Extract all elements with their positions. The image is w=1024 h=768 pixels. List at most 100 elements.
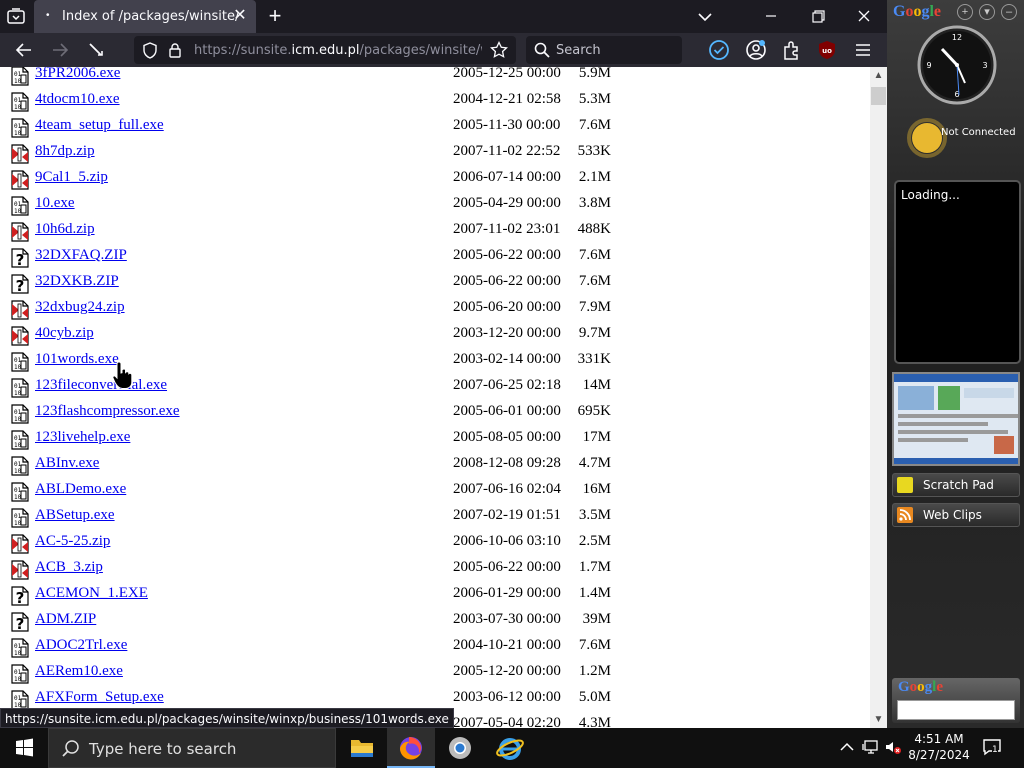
network-icon[interactable]	[862, 738, 880, 756]
hamburger-menu-icon[interactable]	[852, 39, 874, 61]
search-box[interactable]: Search	[526, 36, 682, 64]
volume-muted-icon[interactable]	[884, 738, 902, 756]
binary-file-icon[interactable]: 0110	[11, 92, 29, 112]
scroll-thumb[interactable]	[871, 87, 886, 105]
binary-file-icon[interactable]: 0110	[11, 430, 29, 450]
tray-overflow-chevron-icon[interactable]	[838, 738, 856, 756]
chrome-icon[interactable]	[436, 728, 484, 768]
binary-file-icon[interactable]: 0110	[11, 638, 29, 658]
sync-check-icon[interactable]	[708, 39, 730, 61]
scroll-down-arrow-icon[interactable]: ▼	[870, 711, 887, 728]
url-text[interactable]: https://sunsite.icm.edu.pl/packages/wins…	[194, 43, 482, 58]
binary-file-icon[interactable]: 0110	[11, 690, 29, 710]
binary-file-icon[interactable]: 0110	[11, 196, 29, 216]
sidebar-menu-icon[interactable]: ▾	[979, 4, 995, 20]
file-link[interactable]: ABLDemo.exe	[35, 481, 126, 498]
file-link[interactable]: 32dxbug24.zip	[35, 299, 125, 316]
binary-file-icon[interactable]: 0110	[11, 664, 29, 684]
scroll-up-arrow-icon[interactable]: ▲	[870, 67, 887, 84]
compressed-file-icon[interactable]	[11, 560, 29, 580]
file-link[interactable]: 40cyb.zip	[35, 325, 94, 342]
file-link[interactable]: 123flashcompressor.exe	[35, 403, 180, 420]
firefox-icon[interactable]	[387, 728, 435, 768]
file-link[interactable]: ABSetup.exe	[35, 507, 115, 524]
unknown-file-icon[interactable]: ?	[11, 274, 29, 295]
lock-icon[interactable]	[168, 42, 182, 63]
file-link[interactable]: AFXForm_Setup.exe	[35, 689, 164, 706]
account-icon[interactable]	[745, 39, 767, 61]
google-search-input[interactable]	[897, 700, 1015, 720]
file-link[interactable]: 10h6d.zip	[35, 221, 95, 238]
tab-close-icon[interactable]: ✕	[232, 8, 248, 24]
file-link[interactable]: 10.exe	[35, 195, 75, 212]
compressed-file-icon[interactable]	[11, 326, 29, 346]
scratch-pad-gadget[interactable]: Scratch Pad	[892, 473, 1020, 497]
minimize-icon[interactable]	[758, 4, 784, 28]
binary-file-icon[interactable]: 0110	[11, 378, 29, 398]
file-link[interactable]: 8h7dp.zip	[35, 143, 95, 160]
binary-file-icon[interactable]: 0110	[11, 67, 29, 86]
file-link[interactable]: 32DXKB.ZIP	[35, 273, 119, 290]
back-icon[interactable]	[13, 40, 35, 60]
file-link[interactable]: 123livehelp.exe	[35, 429, 130, 446]
ublock-origin-icon[interactable]: uo	[816, 39, 838, 61]
unknown-file-icon[interactable]: ?	[11, 612, 29, 633]
google-logo: Google	[893, 3, 942, 20]
tracking-shield-icon[interactable]	[142, 42, 158, 64]
close-window-icon[interactable]	[851, 4, 877, 28]
file-link[interactable]: 4team_setup_full.exe	[35, 117, 164, 134]
address-bar[interactable]: https://sunsite.icm.edu.pl/packages/wins…	[134, 36, 516, 64]
tab-overflow-chevron-icon[interactable]	[692, 4, 718, 28]
unknown-file-icon[interactable]: ?	[11, 248, 29, 269]
weather-sun-icon[interactable]	[907, 118, 947, 158]
bookmark-star-icon[interactable]	[490, 40, 508, 64]
loading-indicator-icon[interactable]	[85, 40, 107, 60]
tab-list-icon[interactable]	[6, 7, 26, 25]
binary-file-icon[interactable]: 0110	[11, 404, 29, 424]
compressed-file-icon[interactable]	[11, 144, 29, 164]
file-link[interactable]: 9Cal1_5.zip	[35, 169, 108, 186]
file-link[interactable]: 4tdocm10.exe	[35, 91, 120, 108]
compressed-file-icon[interactable]	[11, 534, 29, 554]
file-row: AC-5-25.zip 2006-10-06 03:10 2.5M	[0, 532, 870, 558]
system-clock[interactable]: 4:51 AM 8/27/2024	[906, 731, 972, 763]
news-gadget[interactable]: Loading...	[894, 180, 1021, 364]
file-link[interactable]: 123fileconvertrial.exe	[35, 377, 167, 394]
extensions-icon[interactable]	[781, 39, 803, 61]
compressed-file-icon[interactable]	[11, 170, 29, 190]
compressed-file-icon[interactable]	[11, 222, 29, 242]
sidebar-minimize-icon[interactable]: –	[1001, 4, 1017, 20]
binary-file-icon[interactable]: 0110	[11, 508, 29, 528]
file-explorer-icon[interactable]	[338, 728, 386, 768]
binary-file-icon[interactable]: 0110	[11, 482, 29, 502]
binary-file-icon[interactable]: 0110	[11, 118, 29, 138]
file-link[interactable]: 32DXFAQ.ZIP	[35, 247, 127, 264]
tab-active[interactable]: • Index of /packages/winsite/winxp ✕	[34, 0, 256, 33]
file-link[interactable]: AERem10.exe	[35, 663, 123, 680]
taskbar-search-box[interactable]: Type here to search	[48, 728, 336, 768]
file-link[interactable]: AC-5-25.zip	[35, 533, 110, 550]
forward-icon[interactable]	[49, 40, 71, 60]
file-link[interactable]: ABInv.exe	[35, 455, 99, 472]
file-link[interactable]: ADM.ZIP	[35, 611, 96, 628]
analog-clock-gadget[interactable]: 12 3 6 9	[917, 25, 997, 105]
vertical-scrollbar[interactable]: ▲ ▼	[870, 67, 887, 728]
sidebar-add-icon[interactable]: +	[957, 4, 973, 20]
file-link[interactable]: ACB_3.zip	[35, 559, 103, 576]
web-clips-gadget[interactable]: Web Clips	[892, 503, 1020, 527]
file-link[interactable]: 101words.exe	[35, 351, 119, 368]
unknown-file-icon[interactable]: ?	[11, 586, 29, 607]
new-tab-icon[interactable]: +	[264, 5, 286, 28]
file-link[interactable]: 3fPR2006.exe	[35, 67, 120, 82]
compressed-file-icon[interactable]	[11, 300, 29, 320]
photos-gadget-thumbnail[interactable]	[892, 372, 1020, 466]
file-link[interactable]: ACEMON_1.EXE	[35, 585, 148, 602]
internet-explorer-icon[interactable]	[486, 728, 534, 768]
notification-center-icon[interactable]: 1	[982, 738, 1002, 756]
restore-icon[interactable]	[805, 4, 831, 28]
file-link[interactable]: ADOC2Trl.exe	[35, 637, 127, 654]
windows-start-icon[interactable]	[0, 728, 48, 768]
binary-file-icon[interactable]: 0110	[11, 456, 29, 476]
binary-file-icon[interactable]: 0110	[11, 352, 29, 372]
svg-text:3: 3	[982, 61, 987, 70]
